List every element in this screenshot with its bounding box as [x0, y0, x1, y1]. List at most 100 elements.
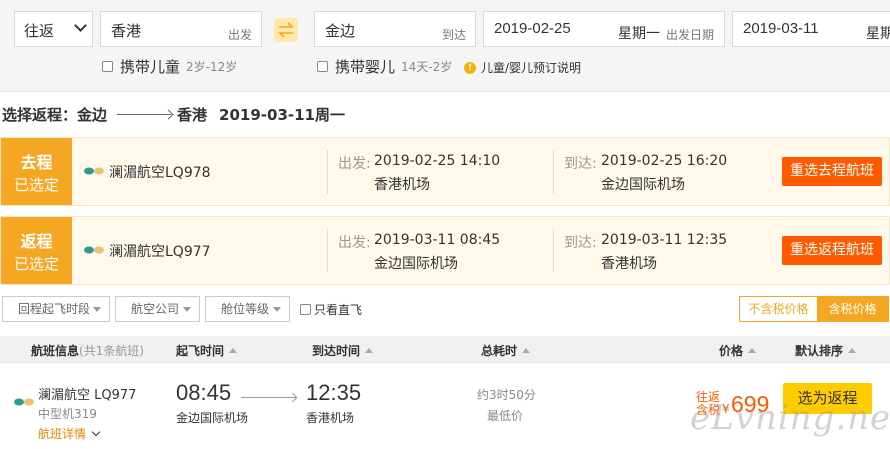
sort-up-icon [522, 348, 531, 353]
sort-up-icon [748, 348, 757, 353]
result-arr-time: 12:35 [306, 380, 362, 405]
depart-weekday: 星期一 [618, 26, 660, 42]
to-city-value: 金边 [325, 22, 356, 40]
airline-logo-icon [84, 246, 104, 254]
col-duration-label: 总耗时 [481, 344, 518, 358]
sort-price[interactable]: 价格 [719, 342, 757, 359]
results-header: 航班信息 (共1条航班) 起飞时间 到达时间 总耗时 价格 默认排序 [0, 336, 890, 363]
heading-prefix: 选择返程：金边 [2, 106, 108, 124]
lowest-price-badge: 最低价 [487, 409, 524, 423]
price-excl-tax-tab[interactable]: 不含税价格 [740, 297, 817, 321]
divider [327, 150, 328, 194]
chevron-down-icon [74, 19, 87, 32]
child-option[interactable]: 携带儿童 2岁-12岁 [102, 56, 237, 77]
from-city-input[interactable]: 香港 出发 [100, 11, 262, 47]
divider [553, 229, 554, 273]
result-arr-airport: 香港机场 [306, 411, 355, 425]
from-city-hint: 出发 [227, 28, 252, 42]
airline-logo-icon [84, 167, 104, 175]
child-age: 2岁-12岁 [186, 60, 238, 74]
result-duration: 约3时50分 [477, 388, 536, 402]
return-date-input[interactable]: 2019-03-11 星期 [732, 11, 890, 47]
outbound-dep-label: 出发: [338, 156, 371, 172]
watermark: eLvning.net [690, 398, 890, 438]
arrow-right-icon [241, 397, 296, 398]
sort-up-icon [365, 348, 374, 353]
heading-destination: 香港 [177, 106, 208, 124]
col-sort-label: 默认排序 [795, 344, 844, 358]
booking-info-link[interactable]: ! 儿童/婴儿预订说明 [464, 59, 581, 76]
to-city-input[interactable]: 金边 到达 [314, 11, 476, 47]
filter-label: 航空公司 [131, 302, 180, 316]
return-airline: 澜湄航空LQ977 [109, 244, 211, 260]
divider [327, 229, 328, 273]
direct-only-checkbox[interactable] [300, 304, 311, 315]
sort-up-icon [229, 348, 238, 353]
outbound-dep-time: 2019-02-25 14:10 [374, 153, 501, 169]
return-arr-time: 2019-03-11 12:35 [601, 232, 728, 248]
booking-info-label: 儿童/婴儿预订说明 [481, 61, 582, 75]
return-departure-time-filter[interactable]: 回程起飞时段 [2, 296, 110, 322]
caret-down-icon [273, 307, 281, 312]
info-icon: ! [464, 61, 476, 74]
child-checkbox[interactable] [102, 61, 113, 72]
infant-label: 携带婴儿 [335, 58, 396, 76]
flight-count: (共1条航班) [79, 344, 145, 358]
col-flight-info: 航班信息 (共1条航班) [31, 342, 144, 359]
return-tag-title: 返程 [20, 232, 53, 251]
from-city-value: 香港 [111, 22, 142, 40]
col-arrive-label: 到达时间 [312, 344, 361, 358]
selected-return-segment: 返程 已选定 澜湄航空LQ977 出发: 2019-03-11 08:45 金边… [0, 216, 890, 285]
heading-date: 2019-03-11周一 [219, 106, 345, 124]
reselect-outbound-button[interactable]: 重选去程航班 [782, 157, 882, 186]
outbound-arr-airport: 金边国际机场 [601, 177, 685, 193]
return-dep-time: 2019-03-11 08:45 [374, 232, 501, 248]
price-incl-tax-tab[interactable]: 含税价格 [817, 297, 888, 321]
col-flight-label: 航班信息 [31, 344, 80, 358]
arrow-right-icon [117, 114, 172, 115]
return-weekday: 星期 [866, 26, 890, 42]
return-tag-status: 已选定 [13, 255, 59, 273]
price-tax-toggle: 不含税价格 含税价格 [739, 296, 889, 322]
divider [553, 150, 554, 194]
result-dep-time: 08:45 [176, 380, 232, 405]
reselect-return-button[interactable]: 重选返程航班 [782, 236, 882, 265]
filter-bar: 回程起飞时段 航空公司 舱位等级 只看直飞 不含税价格 含税价格 [0, 296, 890, 322]
swap-cities-button[interactable] [274, 18, 298, 42]
airline-filter[interactable]: 航空公司 [115, 296, 200, 322]
filter-label: 回程起飞时段 [18, 302, 91, 316]
caret-down-icon [183, 307, 191, 312]
caret-down-icon [93, 307, 101, 312]
direct-only-option[interactable]: 只看直飞 [300, 301, 362, 318]
result-airline: 澜湄航空 LQ977 [38, 388, 137, 403]
result-plane-type: 中型机319 [38, 407, 97, 421]
swap-icon [278, 22, 294, 38]
search-bar: 往返 香港 出发 金边 到达 2019-02-25 星期一 出发日期 2019-… [0, 0, 890, 92]
col-price-label: 价格 [719, 344, 744, 358]
outbound-airline: 澜湄航空LQ978 [109, 165, 211, 181]
sort-duration[interactable]: 总耗时 [481, 342, 531, 359]
airline-logo-icon [14, 398, 34, 406]
sort-arrive-time[interactable]: 到达时间 [312, 342, 374, 359]
depart-date-input[interactable]: 2019-02-25 星期一 出发日期 [483, 11, 725, 47]
child-label: 携带儿童 [120, 58, 181, 76]
flight-detail-link[interactable]: 航班详情 [38, 425, 101, 442]
outbound-tag: 去程 已选定 [1, 138, 72, 205]
cabin-class-filter[interactable]: 舱位等级 [205, 296, 290, 322]
trip-type-value: 往返 [24, 22, 55, 40]
infant-checkbox[interactable] [317, 61, 328, 72]
return-arr-label: 到达: [564, 235, 597, 251]
infant-option[interactable]: 携带婴儿 14天-2岁 [317, 56, 452, 77]
direct-only-label: 只看直飞 [314, 303, 363, 317]
page-title: 选择返程：金边 香港 2019-03-11周一 [2, 104, 345, 125]
infant-age: 14天-2岁 [401, 60, 453, 74]
return-arr-airport: 香港机场 [601, 256, 657, 272]
sort-depart-time[interactable]: 起飞时间 [176, 342, 238, 359]
return-dep-label: 出发: [338, 235, 371, 251]
trip-type-select[interactable]: 往返 [14, 11, 93, 47]
depart-date-hint: 出发日期 [666, 28, 715, 42]
outbound-arr-label: 到达: [564, 156, 597, 172]
sort-default[interactable]: 默认排序 [795, 342, 857, 359]
depart-date-value: 2019-02-25 [494, 20, 571, 37]
filter-label: 舱位等级 [221, 302, 270, 316]
